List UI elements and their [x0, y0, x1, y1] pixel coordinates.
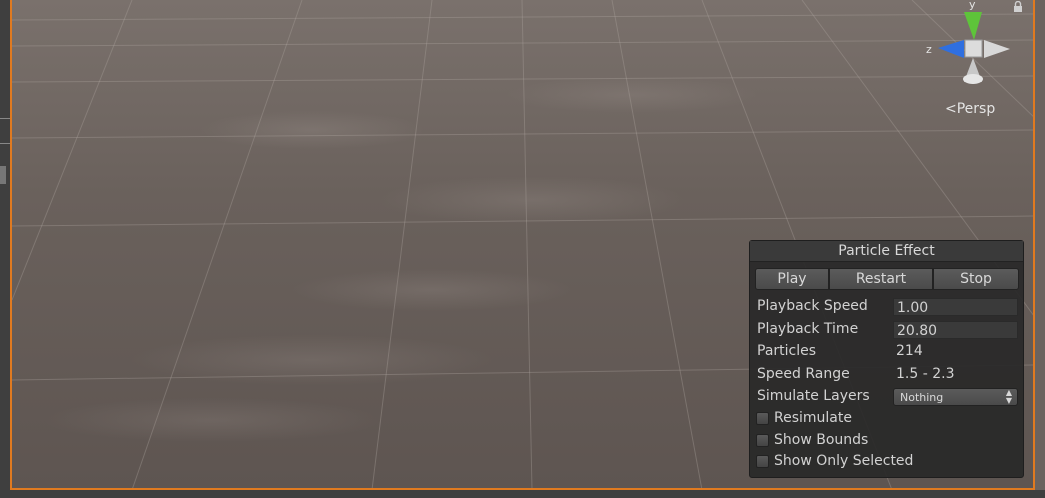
playback-speed-label: Playback Speed: [757, 298, 868, 314]
show-bounds-checkbox[interactable]: [756, 434, 769, 447]
simulate-layers-label: Simulate Layers: [757, 388, 870, 404]
neg-y-axis-base-icon: [963, 74, 983, 84]
speed-range-label: Speed Range: [757, 366, 850, 382]
left-panel-edge: [0, 0, 10, 498]
view-cube-icon[interactable]: [964, 39, 983, 58]
simulate-layers-dropdown[interactable]: Nothing ▲ ▼: [893, 388, 1018, 406]
simulate-layers-selected: Nothing: [900, 391, 944, 404]
dropdown-arrows-icon: ▲ ▼: [1005, 388, 1012, 405]
particles-label: Particles: [757, 343, 817, 359]
persp-chevron-icon: <: [945, 101, 957, 117]
restart-button[interactable]: Restart: [829, 268, 933, 290]
projection-toggle[interactable]: <Persp: [945, 101, 995, 117]
playback-time-field[interactable]: 20.80: [893, 321, 1018, 339]
panel-title: Particle Effect: [750, 241, 1023, 262]
show-only-selected-checkbox[interactable]: [756, 455, 769, 468]
divider: [0, 118, 10, 119]
scroll-handle[interactable]: [0, 166, 6, 184]
playback-controls: Play Restart Stop: [755, 268, 1019, 290]
stop-button[interactable]: Stop: [933, 268, 1019, 290]
particles-value: 214: [896, 343, 923, 359]
right-panel-edge: [1035, 0, 1045, 498]
gizmo-y-label: y: [969, 0, 976, 11]
play-button[interactable]: Play: [755, 268, 829, 290]
lock-icon[interactable]: [1012, 1, 1024, 13]
bottom-panel-edge: [0, 490, 1045, 498]
playback-time-label: Playback Time: [757, 321, 859, 337]
speed-range-value: 1.5 - 2.3: [896, 366, 955, 382]
resimulate-checkbox[interactable]: [756, 412, 769, 425]
z-axis-cone-icon[interactable]: [938, 40, 964, 58]
resimulate-label: Resimulate: [774, 410, 852, 426]
show-bounds-label: Show Bounds: [774, 432, 869, 448]
gizmo-z-label: z: [926, 43, 932, 56]
show-only-selected-label: Show Only Selected: [774, 453, 914, 469]
particle-effect-panel: Particle Effect Play Restart Stop Playba…: [749, 240, 1024, 478]
projection-label: Persp: [956, 101, 996, 117]
x-axis-cone-icon[interactable]: [984, 40, 1010, 58]
playback-speed-field[interactable]: 1.00: [893, 298, 1018, 316]
divider: [0, 143, 10, 144]
y-axis-cone-icon[interactable]: [964, 12, 982, 40]
